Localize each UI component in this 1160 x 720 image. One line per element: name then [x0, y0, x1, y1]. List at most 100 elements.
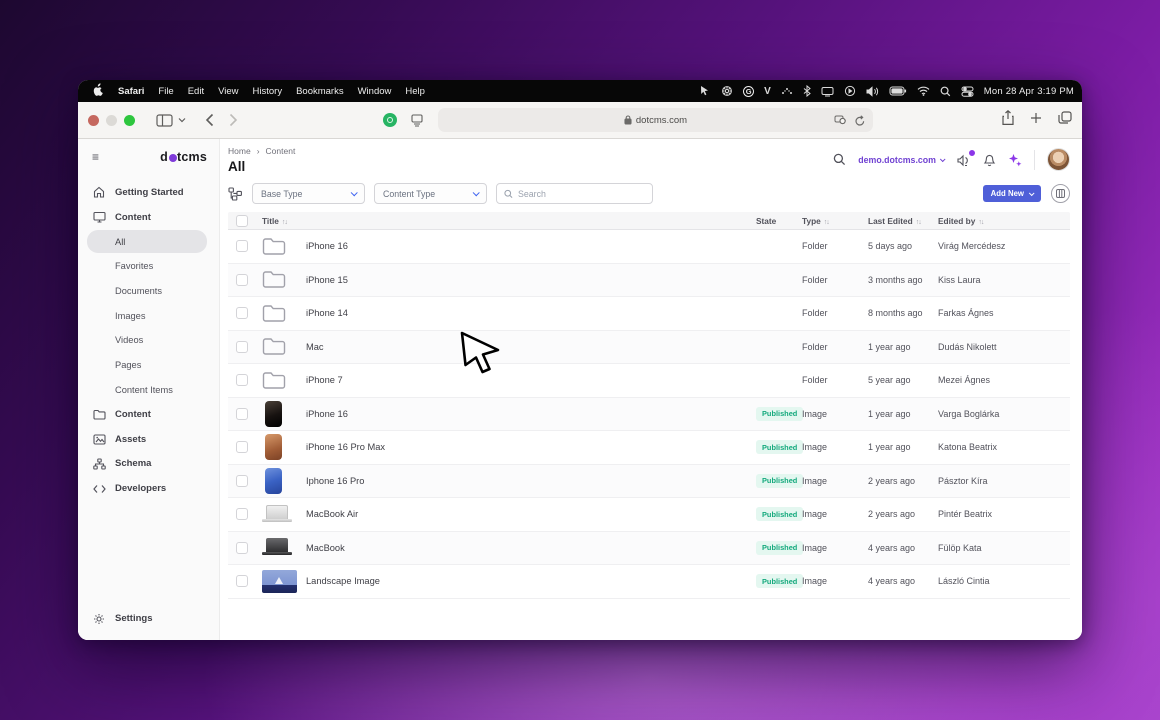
menubar-clock[interactable]: Mon 28 Apr 3:19 PM: [984, 86, 1074, 97]
table-row[interactable]: MacBook Air Published Image 2 years ago …: [228, 498, 1070, 532]
sidebar-item-developers[interactable]: Developers: [78, 476, 219, 501]
menubar-item-help[interactable]: Help: [398, 86, 432, 97]
table-row[interactable]: Iphone 16 Pro Published Image 2 years ag…: [228, 465, 1070, 499]
row-checkbox[interactable]: [236, 240, 248, 252]
table-row[interactable]: iPhone 16 Folder 5 days ago Virág Mercéd…: [228, 230, 1070, 264]
row-checkbox[interactable]: [236, 408, 248, 420]
gear-app-icon[interactable]: [721, 85, 733, 97]
row-checkbox[interactable]: [236, 475, 248, 487]
pointer-app-icon[interactable]: [699, 85, 711, 97]
column-edited-by[interactable]: Edited by↑↓: [938, 216, 1066, 226]
sidebar-item-content-items[interactable]: Content Items: [78, 378, 219, 403]
back-icon[interactable]: [205, 113, 214, 127]
sort-icon[interactable]: ↑↓: [824, 219, 829, 226]
wifi-icon[interactable]: [917, 86, 930, 96]
menubar-item-history[interactable]: History: [246, 86, 290, 97]
bluetooth-icon[interactable]: [803, 85, 811, 97]
lock-icon: [624, 115, 632, 125]
g-app-icon[interactable]: G: [743, 86, 754, 97]
table-row[interactable]: Mac Folder 1 year ago Dudás Nikolett: [228, 331, 1070, 365]
privacy-icon[interactable]: [834, 115, 847, 125]
table-row[interactable]: iPhone 16 Pro Max Published Image 1 year…: [228, 431, 1070, 465]
menubar-item-window[interactable]: Window: [351, 86, 399, 97]
sort-icon[interactable]: ↑↓: [978, 219, 983, 226]
sidebar-item-all[interactable]: All: [78, 229, 219, 254]
row-checkbox[interactable]: [236, 341, 248, 353]
global-search-icon[interactable]: [833, 153, 846, 166]
v-app-icon[interactable]: V: [764, 86, 771, 97]
record-icon[interactable]: [844, 85, 856, 97]
table-row[interactable]: iPhone 7 Folder 5 year ago Mezei Ágnes: [228, 364, 1070, 398]
sort-icon[interactable]: ↑↓: [282, 219, 287, 226]
tabs-icon[interactable]: [1058, 111, 1072, 129]
reader-icon[interactable]: [410, 114, 424, 127]
column-type[interactable]: Type↑↓: [802, 216, 868, 226]
extension-icon[interactable]: [383, 113, 397, 127]
sidebar-item-favorites[interactable]: Favorites: [78, 254, 219, 279]
menubar-item-view[interactable]: View: [211, 86, 245, 97]
column-title[interactable]: Title↑↓: [262, 216, 756, 226]
display-icon[interactable]: [821, 86, 834, 97]
add-new-button[interactable]: Add New: [983, 185, 1041, 202]
row-checkbox[interactable]: [236, 374, 248, 386]
avatar[interactable]: [1047, 148, 1070, 171]
table-row[interactable]: iPhone 15 Folder 3 months ago Kiss Laura: [228, 264, 1070, 298]
hamburger-menu-icon[interactable]: ≡: [92, 152, 99, 162]
share-icon[interactable]: [1002, 110, 1014, 130]
dots-app-icon[interactable]: [781, 86, 793, 96]
table-row[interactable]: MacBook Published Image 4 years ago Fülö…: [228, 532, 1070, 566]
menubar-item-edit[interactable]: Edit: [181, 86, 211, 97]
minimize-window-button[interactable]: [106, 115, 117, 126]
ai-sparkle-icon[interactable]: [1008, 153, 1022, 167]
content-type-select[interactable]: Content Type: [374, 183, 487, 204]
sidebar-toggle-icon[interactable]: [156, 114, 173, 127]
sort-icon[interactable]: ↑↓: [916, 219, 921, 226]
menubar-item-file[interactable]: File: [151, 86, 180, 97]
sidebar-item-videos[interactable]: Videos: [78, 328, 219, 353]
sidebar-item-content[interactable]: Content: [78, 402, 219, 427]
base-type-select[interactable]: Base Type: [252, 183, 365, 204]
zoom-window-button[interactable]: [124, 115, 135, 126]
row-checkbox[interactable]: [236, 441, 248, 453]
column-last-edited[interactable]: Last Edited↑↓: [868, 216, 938, 226]
folder-icon: [262, 304, 306, 323]
sidebar-item-settings[interactable]: Settings: [78, 606, 219, 631]
battery-icon[interactable]: [889, 86, 907, 96]
row-checkbox[interactable]: [236, 542, 248, 554]
tab-group-chevron-icon[interactable]: [178, 117, 186, 123]
menubar-item-safari[interactable]: Safari: [111, 86, 151, 97]
bell-icon[interactable]: [983, 153, 996, 167]
control-center-icon[interactable]: [961, 86, 974, 97]
select-all-checkbox[interactable]: [236, 215, 248, 227]
address-bar[interactable]: dotcms.com: [438, 108, 873, 132]
close-window-button[interactable]: [88, 115, 99, 126]
sidebar-item-getting-started[interactable]: Getting Started: [78, 180, 219, 205]
menubar-item-bookmarks[interactable]: Bookmarks: [289, 86, 351, 97]
breadcrumb-content[interactable]: Content: [266, 146, 296, 156]
sidebar-item-schema[interactable]: Schema: [78, 452, 219, 477]
sidebar-item-pages[interactable]: Pages: [78, 353, 219, 378]
breadcrumb-home[interactable]: Home: [228, 146, 251, 156]
row-checkbox[interactable]: [236, 575, 248, 587]
spotlight-icon[interactable]: [940, 86, 951, 97]
content-tree-icon[interactable]: [228, 187, 243, 201]
site-selector[interactable]: demo.dotcms.com: [858, 155, 944, 165]
table-row[interactable]: Landscape Image Published Image 4 years …: [228, 565, 1070, 599]
sidebar-item-documents[interactable]: Documents: [78, 279, 219, 304]
reload-icon[interactable]: [855, 115, 865, 126]
row-checkbox[interactable]: [236, 307, 248, 319]
apple-icon[interactable]: [86, 83, 111, 99]
table-row[interactable]: iPhone 16 Published Image 1 year ago Var…: [228, 398, 1070, 432]
search-input[interactable]: [518, 189, 645, 199]
volume-icon[interactable]: [866, 86, 879, 97]
row-checkbox[interactable]: [236, 274, 248, 286]
new-tab-icon[interactable]: [1030, 111, 1042, 129]
forward-icon[interactable]: [229, 113, 238, 127]
sidebar-item-assets[interactable]: Assets: [78, 427, 219, 452]
sidebar-item-images[interactable]: Images: [78, 303, 219, 328]
sidebar-item-content-search[interactable]: Content: [78, 205, 219, 230]
row-checkbox[interactable]: [236, 508, 248, 520]
table-row[interactable]: iPhone 14 Folder 8 months ago Farkas Ágn…: [228, 297, 1070, 331]
view-toggle-button[interactable]: [1051, 184, 1070, 203]
announcements-icon[interactable]: [956, 153, 971, 167]
